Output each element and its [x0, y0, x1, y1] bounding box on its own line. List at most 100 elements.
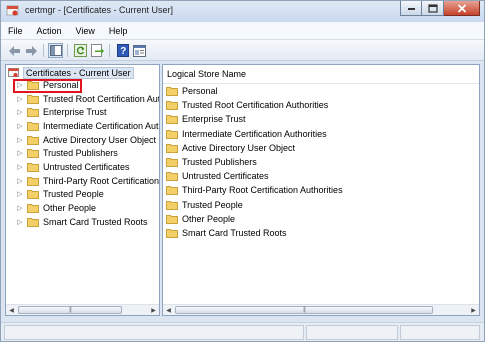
- show-hide-console-tree-icon: [49, 45, 62, 56]
- tree-item-third-party-root[interactable]: ▷ Third-Party Root Certification Authori…: [6, 174, 160, 188]
- scroll-right-icon[interactable]: ▶: [148, 305, 159, 315]
- menu-action[interactable]: Action: [30, 22, 69, 40]
- list-item[interactable]: Personal: [163, 84, 479, 98]
- folder-icon: [27, 135, 39, 145]
- folder-icon: [166, 87, 178, 97]
- list-item[interactable]: Trusted Publishers: [163, 155, 479, 169]
- help-icon: ?: [116, 44, 129, 57]
- folder-icon: [27, 176, 39, 186]
- tree-item-trusted-publishers[interactable]: ▷ Trusted Publishers: [6, 146, 159, 160]
- tree-item-untrusted[interactable]: ▷ Untrusted Certificates: [6, 160, 159, 174]
- tree-item-smart-card[interactable]: ▷ Smart Card Trusted Roots: [6, 215, 159, 229]
- menu-view[interactable]: View: [69, 22, 102, 40]
- forward-button[interactable]: [24, 43, 39, 58]
- list-item-label: Smart Card Trusted Roots: [182, 227, 287, 238]
- list-item[interactable]: Active Directory User Object: [163, 141, 479, 155]
- tree-item-trusted-people[interactable]: ▷ Trusted People: [6, 188, 159, 202]
- scroll-left-icon[interactable]: ◀: [6, 305, 17, 315]
- minimize-button[interactable]: [400, 1, 422, 16]
- expand-arrow-icon[interactable]: ▷: [16, 204, 24, 212]
- status-bar: [1, 322, 484, 341]
- list-item-label: Trusted Publishers: [182, 157, 257, 168]
- folder-icon: [166, 186, 178, 196]
- tree-item-label: Third-Party Root Certification Authoriti…: [43, 175, 160, 186]
- title-bar[interactable]: certmgr - [Certificates - Current User]: [1, 1, 484, 22]
- tree-item-label: Trusted People: [43, 189, 104, 200]
- certmgr-app-icon: [6, 5, 19, 16]
- tree-item-enterprise-trust[interactable]: ▷ Enterprise Trust: [6, 105, 159, 119]
- list-item-label: Trusted Root Certification Authorities: [182, 100, 329, 111]
- refresh-button[interactable]: [73, 43, 88, 58]
- folder-icon: [166, 101, 178, 111]
- export-list-button[interactable]: [90, 43, 105, 58]
- list-horizontal-scrollbar[interactable]: ◀ ||| ▶: [163, 304, 479, 315]
- expand-arrow-icon[interactable]: ▷: [16, 218, 24, 226]
- tree-horizontal-scrollbar[interactable]: ◀ ||| ▶: [6, 304, 159, 315]
- list-item-label: Third-Party Root Certification Authoriti…: [182, 185, 343, 196]
- certificates-store-icon: [8, 67, 19, 77]
- folder-icon: [27, 108, 39, 118]
- close-icon: [457, 3, 466, 13]
- maximize-icon: [427, 3, 438, 13]
- folder-icon: [166, 228, 178, 238]
- list-item-label: Untrusted Certificates: [182, 171, 269, 182]
- scrollbar-thumb[interactable]: |||: [175, 306, 433, 314]
- close-button[interactable]: [444, 1, 480, 16]
- console-tree-pane[interactable]: Certificates - Current User ▷ Personal ▷…: [5, 64, 160, 316]
- tree-item-active-directory[interactable]: ▷ Active Directory User Object: [6, 133, 159, 147]
- folder-icon: [27, 217, 39, 227]
- list-item-label: Intermediate Certification Authorities: [182, 128, 327, 139]
- status-panel: [4, 325, 304, 340]
- column-header-logical-store-name[interactable]: Logical Store Name: [163, 65, 479, 84]
- list-item[interactable]: Other People: [163, 212, 479, 226]
- menu-file[interactable]: File: [1, 22, 30, 40]
- tree-list: ▷ Personal ▷ Trusted Root Certification …: [6, 78, 160, 229]
- back-button[interactable]: [7, 43, 22, 58]
- show-hide-console-tree-button[interactable]: [48, 43, 63, 58]
- svg-text:?: ?: [120, 46, 126, 57]
- status-panel: [400, 325, 480, 340]
- folder-icon: [27, 121, 39, 131]
- properties-icon: [133, 44, 146, 57]
- scrollbar-thumb[interactable]: |||: [18, 306, 122, 314]
- tree-item-label: Other People: [43, 203, 97, 214]
- maximize-button[interactable]: [422, 1, 444, 16]
- properties-button[interactable]: [132, 43, 147, 58]
- list-item[interactable]: Third-Party Root Certification Authoriti…: [163, 183, 479, 197]
- export-list-icon: [91, 44, 104, 57]
- list-item[interactable]: Smart Card Trusted Roots: [163, 226, 479, 240]
- list-item-label: Trusted People: [182, 199, 243, 210]
- store-list: Personal Trusted Root Certification Auth…: [163, 84, 479, 240]
- list-item[interactable]: Intermediate Certification Authorities: [163, 127, 479, 141]
- expand-arrow-icon[interactable]: ▷: [16, 149, 24, 157]
- menu-help[interactable]: Help: [102, 22, 135, 40]
- toolbar: ?: [1, 40, 484, 61]
- help-button[interactable]: ?: [115, 43, 130, 58]
- minimize-icon: [407, 8, 415, 10]
- expand-arrow-icon[interactable]: ▷: [16, 122, 24, 130]
- expand-arrow-icon[interactable]: ▷: [16, 177, 24, 185]
- folder-icon: [166, 172, 178, 182]
- folder-icon: [27, 162, 39, 172]
- expand-arrow-icon[interactable]: ▷: [16, 136, 24, 144]
- list-item[interactable]: Trusted People: [163, 198, 479, 212]
- expand-arrow-icon[interactable]: ▷: [16, 190, 24, 198]
- list-item[interactable]: Enterprise Trust: [163, 112, 479, 126]
- scroll-left-icon[interactable]: ◀: [163, 305, 174, 315]
- back-arrow-icon: [9, 45, 20, 56]
- tree-item-label: Untrusted Certificates: [43, 161, 130, 172]
- folder-icon: [27, 204, 39, 214]
- tree-item-other-people[interactable]: ▷ Other People: [6, 201, 159, 215]
- tree-item-trusted-root[interactable]: ▷ Trusted Root Certification Authorities: [6, 92, 159, 106]
- scroll-right-icon[interactable]: ▶: [468, 305, 479, 315]
- refresh-icon: [74, 44, 87, 57]
- expand-arrow-icon[interactable]: ▷: [16, 108, 24, 116]
- expand-arrow-icon[interactable]: ▷: [16, 163, 24, 171]
- expand-arrow-icon[interactable]: ▷: [16, 95, 24, 103]
- folder-icon: [27, 190, 39, 200]
- store-list-pane[interactable]: Logical Store Name Personal Trusted Root…: [162, 64, 480, 316]
- list-item[interactable]: Trusted Root Certification Authorities: [163, 98, 479, 112]
- tree-item-intermediate[interactable]: ▷ Intermediate Certification Authorities: [6, 119, 159, 133]
- list-item[interactable]: Untrusted Certificates: [163, 169, 479, 183]
- forward-arrow-icon: [26, 45, 37, 56]
